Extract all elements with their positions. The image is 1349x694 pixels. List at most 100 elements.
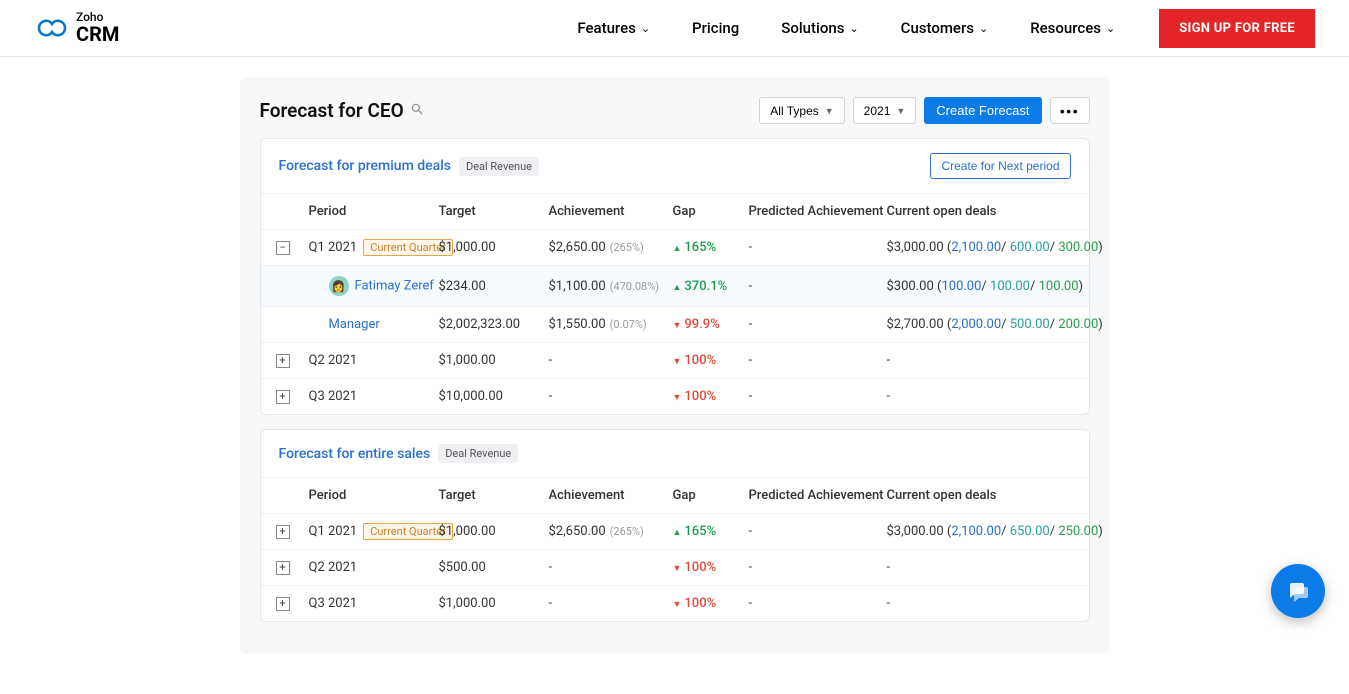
target-cell: $10,000.00	[435, 387, 545, 406]
period-cell: Q1 2021Current Quarter	[305, 238, 435, 257]
nav-pricing[interactable]: Pricing	[692, 19, 739, 37]
expand-icon[interactable]: +	[276, 561, 290, 575]
predicted-cell: -	[745, 594, 883, 613]
target-cell: $1,000.00	[435, 238, 545, 257]
chevron-down-icon: ⌄	[849, 22, 858, 35]
open-deals-cell: -	[883, 351, 1085, 370]
collapse-icon[interactable]: −	[276, 241, 290, 255]
avatar: 👩	[329, 276, 349, 296]
expand-icon[interactable]: +	[276, 597, 290, 611]
col-predicted: Predicted Achievement	[745, 202, 883, 221]
signup-button[interactable]: SIGN UP FOR FREE	[1159, 9, 1315, 48]
achievement-cell: -	[545, 558, 669, 577]
open-deals-cell: $300.00 (100.00/ 100.00/ 100.00)	[883, 277, 1088, 296]
gap-cell: 165%	[669, 522, 745, 541]
table-header: Period Target Achievement Gap Predicted …	[261, 477, 1089, 513]
logo-crm: CRM	[76, 24, 119, 45]
nav-customers[interactable]: Customers⌄	[901, 19, 989, 37]
forecast-card-entire: Forecast for entire sales Deal Revenue P…	[260, 429, 1090, 622]
chevron-down-icon: ⌄	[641, 22, 650, 35]
col-achievement: Achievement	[545, 486, 669, 505]
filter-type[interactable]: All Types▼	[759, 97, 844, 124]
target-cell: $500.00	[435, 558, 545, 577]
forecast-card-premium: Forecast for premium deals Deal Revenue …	[260, 138, 1090, 415]
col-period: Period	[305, 486, 435, 505]
achievement-cell: $1,550.00(0.07%)	[545, 315, 669, 334]
predicted-cell: -	[745, 351, 883, 370]
period-cell: Q2 2021	[305, 351, 435, 370]
panel-header: Forecast for CEO All Types▼ 2021▼ Create…	[240, 89, 1110, 138]
card-title[interactable]: Forecast for entire sales	[279, 446, 431, 462]
card-title[interactable]: Forecast for premium deals	[279, 158, 451, 174]
achievement-cell: -	[545, 387, 669, 406]
period-cell: Q3 2021	[305, 594, 435, 613]
col-predicted: Predicted Achievement	[745, 486, 883, 505]
table-row: + Q2 2021 $500.00 - 100% - -	[261, 549, 1089, 585]
logo-icon	[34, 15, 68, 41]
predicted-cell: -	[745, 558, 883, 577]
table-row: Manager $2,002,323.00 $1,550.00(0.07%) 9…	[261, 306, 1089, 342]
user-cell[interactable]: 👩Fatimay Zeref	[305, 274, 435, 298]
create-next-period-button[interactable]: Create for Next period	[930, 153, 1070, 179]
table-row: − Q1 2021Current Quarter $1,000.00 $2,65…	[261, 229, 1089, 265]
table-row: + Q1 2021Current Quarter $1,000.00 $2,65…	[261, 513, 1089, 549]
table-header: Period Target Achievement Gap Predicted …	[261, 193, 1089, 229]
table-row: + Q3 2021 $10,000.00 - 100% - -	[261, 378, 1089, 414]
table-row: 👩Fatimay Zeref $234.00 $1,100.00(470.08%…	[261, 265, 1089, 306]
logo[interactable]: Zoho CRM	[34, 11, 119, 45]
expand-icon[interactable]: +	[276, 525, 290, 539]
predicted-cell: -	[745, 387, 883, 406]
revenue-badge: Deal Revenue	[438, 444, 518, 463]
open-deals-cell: $2,700.00 (2,000.00/ 500.00/ 200.00)	[883, 315, 1107, 334]
open-deals-cell: -	[883, 594, 1085, 613]
filter-year[interactable]: 2021▼	[853, 97, 917, 124]
chat-fab[interactable]	[1271, 564, 1325, 618]
gap-cell: 100%	[669, 594, 745, 613]
chat-icon	[1286, 579, 1310, 603]
predicted-cell: -	[745, 238, 883, 257]
search-icon[interactable]	[410, 102, 424, 120]
more-button[interactable]: •••	[1050, 97, 1090, 124]
top-nav: Zoho CRM Features⌄ Pricing Solutions⌄ Cu…	[0, 0, 1349, 57]
expand-icon[interactable]: +	[276, 354, 290, 368]
table-row: + Q2 2021 $1,000.00 - 100% - -	[261, 342, 1089, 378]
period-cell: Q1 2021Current Quarter	[305, 522, 435, 541]
open-deals-cell: $3,000.00 (2,100.00/ 600.00/ 300.00)	[883, 238, 1107, 257]
col-open-deals: Current open deals	[883, 202, 1085, 221]
target-cell: $1,000.00	[435, 351, 545, 370]
card-header: Forecast for entire sales Deal Revenue	[261, 430, 1089, 477]
nav-resources[interactable]: Resources⌄	[1030, 19, 1115, 37]
target-cell: $2,002,323.00	[435, 315, 545, 334]
col-target: Target	[435, 486, 545, 505]
forecast-table: Period Target Achievement Gap Predicted …	[261, 477, 1089, 621]
role-cell[interactable]: Manager	[305, 315, 435, 334]
chevron-down-icon: ⌄	[1106, 22, 1115, 35]
col-achievement: Achievement	[545, 202, 669, 221]
nav-solutions[interactable]: Solutions⌄	[781, 19, 858, 37]
col-period: Period	[305, 202, 435, 221]
predicted-cell: -	[745, 315, 883, 334]
chevron-down-icon: ⌄	[979, 22, 988, 35]
predicted-cell: -	[745, 522, 883, 541]
nav-features[interactable]: Features⌄	[577, 19, 650, 37]
gap-cell: 99.9%	[669, 315, 745, 334]
target-cell: $1,000.00	[435, 522, 545, 541]
caret-down-icon: ▼	[896, 106, 905, 116]
achievement-cell: -	[545, 594, 669, 613]
revenue-badge: Deal Revenue	[459, 157, 539, 176]
main-nav: Features⌄ Pricing Solutions⌄ Customers⌄ …	[577, 19, 1115, 37]
forecast-panel: Forecast for CEO All Types▼ 2021▼ Create…	[240, 77, 1110, 654]
gap-cell: 165%	[669, 238, 745, 257]
card-header: Forecast for premium deals Deal Revenue …	[261, 139, 1089, 193]
col-open-deals: Current open deals	[883, 486, 1085, 505]
achievement-cell: -	[545, 351, 669, 370]
gap-cell: 100%	[669, 351, 745, 370]
target-cell: $1,000.00	[435, 594, 545, 613]
create-forecast-button[interactable]: Create Forecast	[924, 97, 1041, 124]
col-target: Target	[435, 202, 545, 221]
open-deals-cell: -	[883, 558, 1085, 577]
table-row: + Q3 2021 $1,000.00 - 100% - -	[261, 585, 1089, 621]
gap-cell: 370.1%	[669, 277, 745, 296]
expand-icon[interactable]: +	[276, 390, 290, 404]
open-deals-cell: $3,000.00 (2,100.00/ 650.00/ 250.00)	[883, 522, 1107, 541]
